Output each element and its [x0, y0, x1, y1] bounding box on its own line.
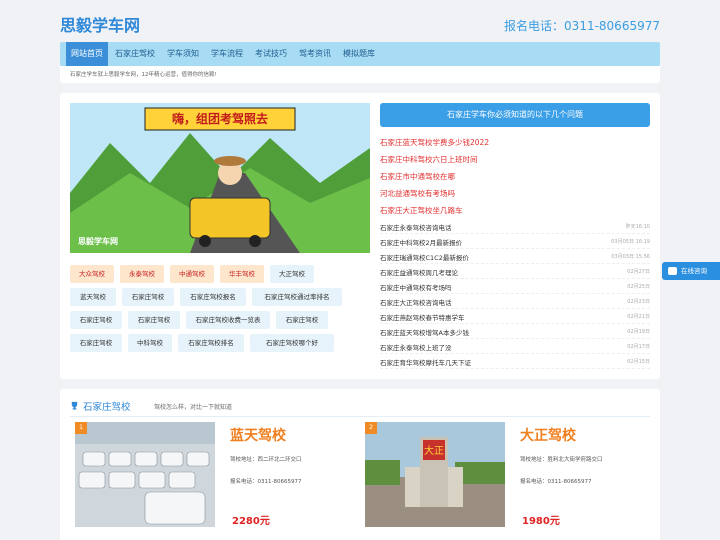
news-row[interactable]: 石家庄大正驾校咨询电话 02月23日	[380, 294, 650, 309]
school-photo[interactable]	[75, 422, 215, 527]
site-header: 思毅学车网 报名电话：0311-80665977	[60, 0, 660, 42]
news-title[interactable]: 石家庄大正驾校咨询电话	[380, 297, 452, 307]
news-row[interactable]: 石家庄瑞通驾校C1C2最新报价 03月03日 15:56	[380, 249, 650, 264]
school-name[interactable]: 大正驾校	[520, 425, 576, 445]
news-title[interactable]: 石家庄中科驾校2月最新报价	[380, 237, 462, 247]
school-address: 驾校地址：西二环北二环交口	[230, 457, 302, 463]
school-card[interactable]: 1 蓝天驾校 驾校地址：西二环北二环交口 报名电话：0311-80665977 …	[70, 422, 355, 532]
main-nav: 网站首页 石家庄驾校 学车须知 学车流程 考试技巧 驾考资讯 模拟题库	[60, 42, 660, 66]
tag-link[interactable]: 石家庄驾校	[70, 334, 122, 352]
school-phone: 报名电话：0311-80665977	[230, 479, 302, 485]
main-panel: 嗨，组团考驾照去 思毅学车网 大众驾校 永泰驾校 中通驾校 华丰驾校 大正驾校 …	[60, 93, 660, 379]
banner-watermark: 思毅学车网	[78, 237, 118, 246]
news-row[interactable]: 石家庄中通驾校有考场吗 02月25日	[380, 279, 650, 294]
news-date: 02月19日	[627, 329, 650, 335]
tag-link[interactable]: 石家庄驾校哪个好	[250, 334, 334, 352]
divider	[70, 416, 650, 417]
school-price: 1980元	[522, 516, 560, 527]
site-notice: 石家庄学车就上思毅学车网，12年精心运营，值得你的信赖!	[60, 66, 660, 83]
school-photo[interactable]: 大正	[365, 422, 505, 527]
tag-link[interactable]: 大众驾校	[70, 265, 114, 283]
school-name[interactable]: 蓝天驾校	[230, 425, 286, 445]
tag-link[interactable]: 石家庄驾校报名	[180, 288, 246, 306]
nav-schools[interactable]: 石家庄驾校	[110, 42, 160, 66]
news-title[interactable]: 石家庄瑞通驾校C1C2最新报价	[380, 252, 469, 262]
tag-link[interactable]: 石家庄驾校	[128, 311, 180, 329]
hot-link[interactable]: 河北益通驾校有考场吗	[380, 188, 455, 199]
news-date: 02月25日	[627, 284, 650, 290]
news-title[interactable]: 石家庄蓝天驾校增驾A本多少钱	[380, 327, 469, 337]
news-row[interactable]: 石家庄蓝天驾校增驾A本多少钱 02月19日	[380, 324, 650, 339]
news-title[interactable]: 石家庄永泰驾校咨询电话	[380, 222, 452, 232]
news-row[interactable]: 石家庄燕赵驾校春节特惠学车 02月21日	[380, 309, 650, 324]
school-card[interactable]: 大正 2 大正驾校 驾校地址：胜利北大街学府路交口 报名电话：0311-8066…	[360, 422, 645, 532]
news-row[interactable]: 石家庄永泰驾校上班了没 02月17日	[380, 339, 650, 354]
nav-tips[interactable]: 考试技巧	[250, 42, 292, 66]
nav-quiz[interactable]: 模拟题库	[338, 42, 380, 66]
section-title[interactable]: 石家庄驾校	[83, 399, 131, 413]
tag-link[interactable]: 石家庄驾校	[70, 311, 122, 329]
news-title[interactable]: 石家庄燕赵驾校春节特惠学车	[380, 312, 465, 322]
school-price: 2280元	[232, 516, 270, 527]
banner-slogan: 嗨，组团考驾照去	[171, 112, 268, 126]
tag-link[interactable]: 蓝天驾校	[70, 288, 116, 306]
tag-link[interactable]: 中通驾校	[170, 265, 214, 283]
svg-text:大正: 大正	[424, 444, 444, 457]
news-date: 02月15日	[627, 359, 650, 365]
news-row[interactable]: 石家庄永泰驾校咨询电话 昨天16:10	[380, 219, 650, 234]
news-title[interactable]: 石家庄中通驾校有考场吗	[380, 282, 452, 292]
nav-notice[interactable]: 学车须知	[162, 42, 204, 66]
rank-badge: 2	[365, 422, 377, 434]
signup-phone: 报名电话：0311-80665977	[504, 19, 660, 33]
nav-news[interactable]: 驾考资讯	[294, 42, 336, 66]
school-phone: 报名电话：0311-80665977	[520, 479, 592, 485]
banner-image[interactable]: 嗨，组团考驾照去 思毅学车网	[70, 103, 370, 253]
school-address: 驾校地址：胜利北大街学府路交口	[520, 457, 603, 463]
hot-link[interactable]: 石家庄市中通驾校在哪	[380, 171, 455, 182]
news-date: 02月23日	[627, 299, 650, 305]
news-date: 昨天16:10	[625, 224, 650, 230]
hot-link[interactable]: 石家庄中科驾校六日上班时间	[380, 154, 478, 165]
hot-link[interactable]: 石家庄蓝天驾校学费多少钱2022	[380, 137, 489, 148]
tag-link[interactable]: 石家庄驾校排名	[178, 334, 244, 352]
schools-section: 石家庄驾校 驾校怎么样，对比一下就知道 1 蓝天驾校 驾校地址：西二环北二环交口…	[60, 389, 660, 540]
chat-icon	[668, 267, 677, 275]
tag-link[interactable]: 大正驾校	[270, 265, 314, 283]
news-date: 02月21日	[627, 314, 650, 320]
tag-link[interactable]: 石家庄驾校通过率排名	[252, 288, 342, 306]
nav-process[interactable]: 学车流程	[206, 42, 248, 66]
news-row[interactable]: 石家庄育华驾校摩托车几天下证 02月15日	[380, 354, 650, 369]
site-logo[interactable]: 思毅学车网	[60, 12, 140, 36]
news-date: 02月17日	[627, 344, 650, 350]
tag-link[interactable]: 石家庄驾校收费一览表	[186, 311, 270, 329]
tag-link[interactable]: 永泰驾校	[120, 265, 164, 283]
online-consult-label: 在线咨询	[681, 267, 707, 275]
trophy-icon	[71, 401, 78, 410]
news-date: 03月05日 16:19	[611, 239, 650, 245]
news-date: 02月27日	[627, 269, 650, 275]
news-date: 03月03日 15:56	[611, 254, 650, 260]
tag-link[interactable]: 石家庄驾校	[276, 311, 328, 329]
news-title[interactable]: 石家庄益通驾校周几考理论	[380, 267, 458, 277]
news-row[interactable]: 石家庄中科驾校2月最新报价 03月05日 16:19	[380, 234, 650, 249]
hot-link[interactable]: 石家庄大正驾校坐几路车	[380, 205, 463, 216]
section-subtitle: 驾校怎么样，对比一下就知道	[154, 404, 233, 411]
rank-badge: 1	[75, 422, 87, 434]
qa-heading[interactable]: 石家庄学车你必须知道的以下几个问题	[380, 103, 650, 127]
nav-home[interactable]: 网站首页	[66, 42, 108, 66]
tag-link[interactable]: 中科驾校	[128, 334, 172, 352]
tag-link[interactable]: 石家庄驾校	[122, 288, 174, 306]
news-title[interactable]: 石家庄育华驾校摩托车几天下证	[380, 357, 471, 367]
tag-link[interactable]: 华丰驾校	[220, 265, 264, 283]
news-row[interactable]: 石家庄益通驾校周几考理论 02月27日	[380, 264, 650, 279]
news-title[interactable]: 石家庄永泰驾校上班了没	[380, 342, 452, 352]
online-consult-button[interactable]: 在线咨询	[662, 262, 720, 280]
